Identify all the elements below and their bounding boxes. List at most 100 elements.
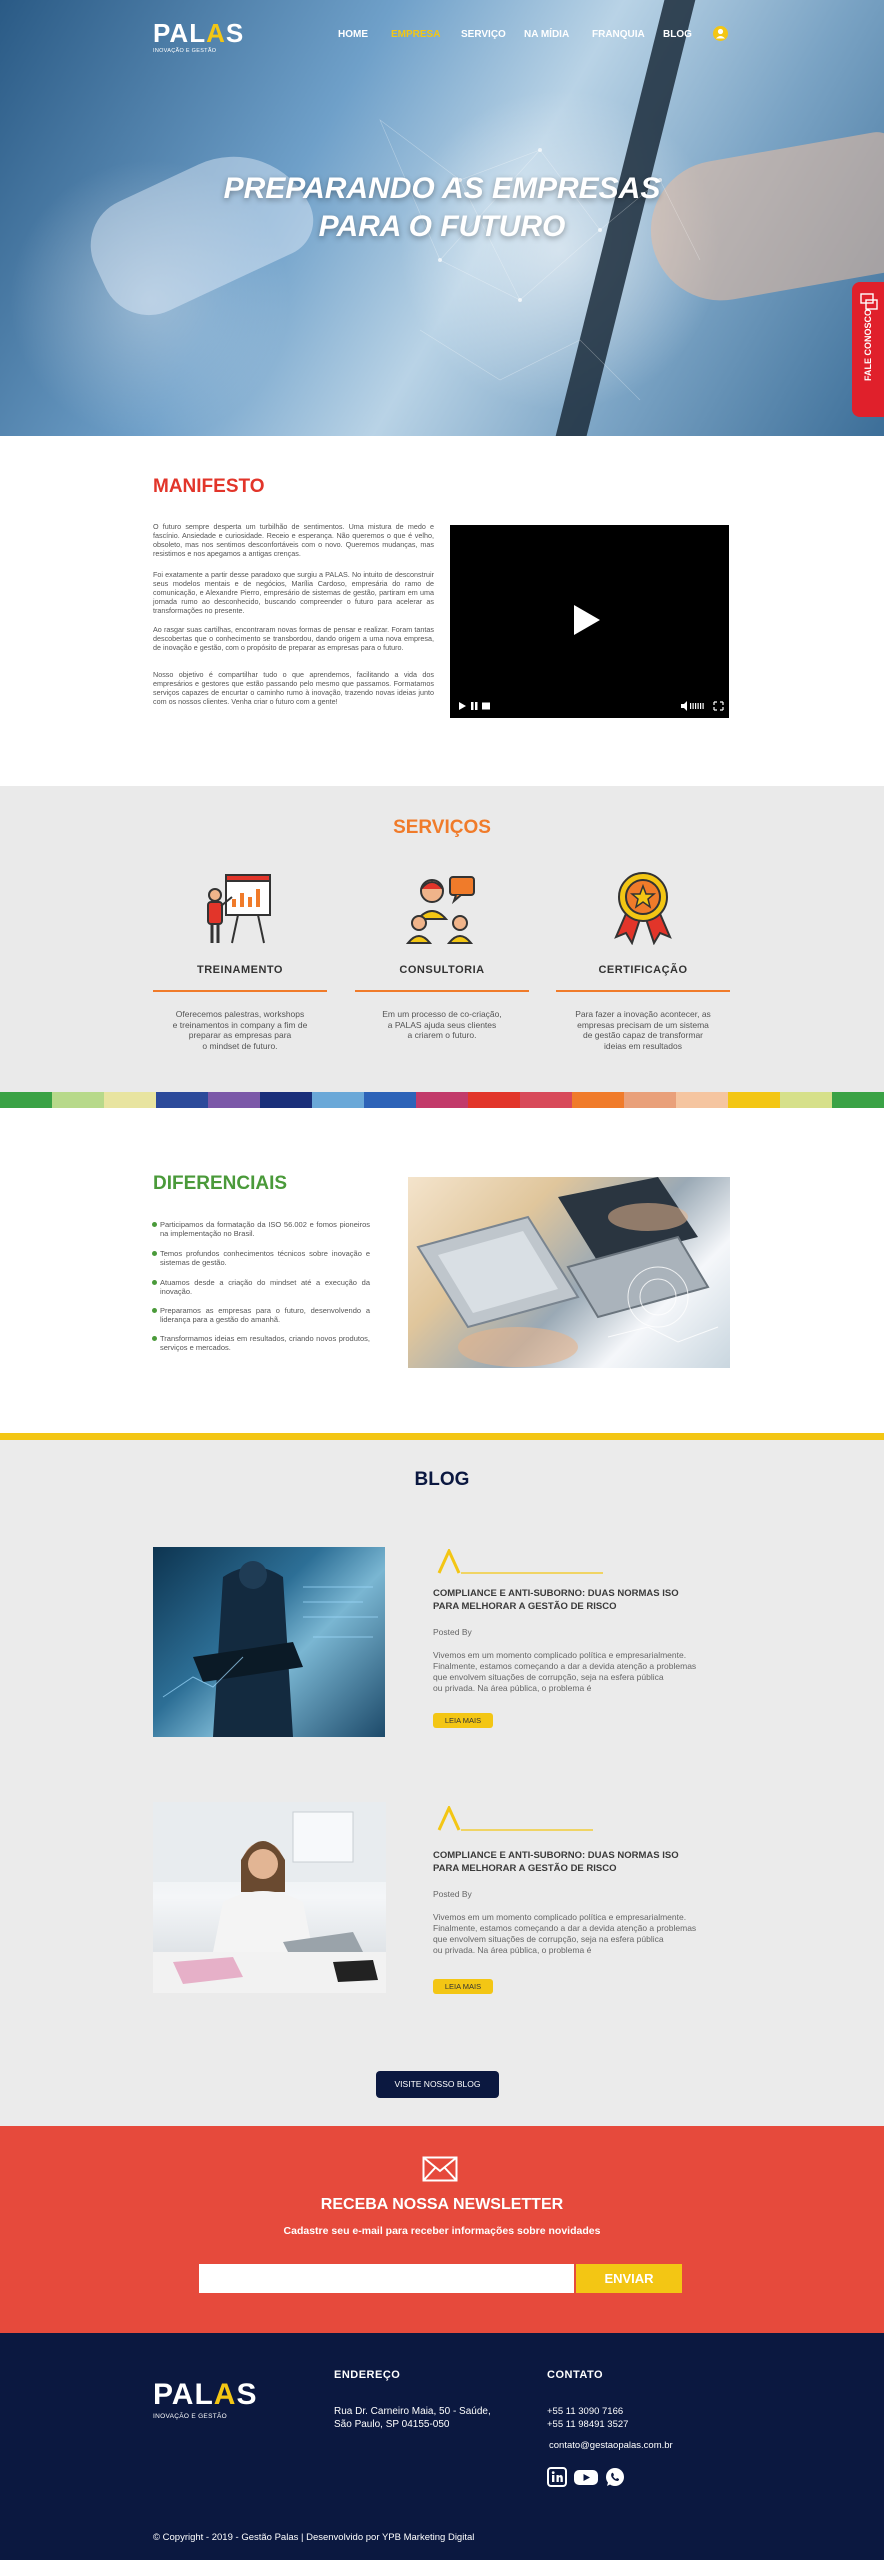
post-image-business[interactable] — [153, 1547, 385, 1737]
manifesto-paragraph: O futuro sempre desperta um turbilhão de… — [153, 522, 434, 558]
play-icon[interactable] — [571, 603, 603, 637]
youtube-icon[interactable] — [573, 2467, 599, 2487]
video-player[interactable] — [450, 525, 729, 718]
servico-desc-line: empresas precisam de um sistema — [577, 1019, 709, 1030]
copyright-text: © Copyright - 2019 - Gestão Palas | Dese… — [153, 2532, 475, 2543]
fale-conosco-label: FALE CONOSCO — [863, 309, 873, 382]
post-title[interactable]: COMPLIANCE E ANTI-SUBORNO: DUAS NORMAS I… — [433, 1587, 733, 1613]
manifesto-title: MANIFESTO — [153, 476, 265, 497]
post-excerpt-line: Vivemos em um momento complicado polític… — [433, 1912, 687, 1922]
nav-home[interactable]: HOME — [338, 29, 368, 40]
servico-title-treinamento: TREINAMENTO — [197, 964, 283, 976]
manifesto-paragraph: Nosso objetivo é compartilhar tudo o que… — [153, 670, 434, 706]
hero-title: PREPARANDO AS EMPRESAS PARA O FUTURO — [0, 170, 884, 246]
stop-icon — [482, 702, 490, 710]
logo-text-a: A — [206, 18, 226, 48]
contact-email-link[interactable]: contato@gestaopalas.com.br — [549, 2439, 673, 2452]
leia-mais-button[interactable]: LEIA MAIS — [433, 1713, 493, 1728]
palas-a-mark-icon — [437, 1549, 603, 1574]
diferencial-item: Preparamos as empresas para o futuro, de… — [160, 1306, 370, 1324]
post-excerpt-line: Finalmente, estamos começando a dar a de… — [433, 1661, 697, 1671]
medal-icon — [614, 872, 672, 945]
servico-desc-line: Em um processo de co-criação, — [382, 1009, 502, 1019]
logo-text-s: S — [236, 2378, 258, 2411]
palas-a-mark-icon — [437, 1806, 593, 1831]
post-title-line: COMPLIANCE E ANTI-SUBORNO: DUAS NORMAS I… — [433, 1588, 679, 1599]
post-title-line: PARA MELHORAR A GESTÃO DE RISCO — [433, 1601, 617, 1612]
post-excerpt-line: que envolvem situações de corrupção, sej… — [433, 1672, 664, 1682]
logo-text-a: A — [213, 2378, 237, 2411]
servico-desc-line: o mindset de futuro. — [202, 1040, 278, 1051]
laptop-business-image — [408, 1177, 730, 1368]
video-controls-left — [459, 702, 490, 710]
servico-title-consultoria: CONSULTORIA — [399, 964, 485, 976]
nav-blog[interactable]: BLOG — [663, 29, 692, 40]
servico-desc-line: preparar as empresas para — [188, 1030, 292, 1040]
servico-title-certificacao: CERTIFICAÇÃO — [598, 964, 688, 976]
logo-text-pal: PAL — [153, 18, 207, 48]
servicos-title: SERVIÇOS — [393, 817, 491, 838]
servico-desc-treinamento: Oferecemos palestras, workshops e treina… — [153, 1009, 327, 1051]
address-line: Rua Dr. Carneiro Maia, 50 - Saúde, — [334, 2406, 491, 2417]
servico-desc-line: Oferecemos palestras, workshops — [175, 1009, 305, 1019]
servico-divider — [556, 990, 730, 992]
bullet-icon — [152, 1336, 157, 1341]
logo-text-s: S — [225, 18, 245, 48]
nav-empresa[interactable]: EMPRESA — [391, 29, 440, 40]
nav-franquia[interactable]: FRANQUIA — [592, 29, 645, 40]
team-icon — [406, 876, 475, 944]
enviar-button[interactable]: ENVIAR — [576, 2264, 682, 2293]
bullet-icon — [152, 1280, 157, 1285]
envelope-icon — [422, 2156, 458, 2182]
post-title[interactable]: COMPLIANCE E ANTI-SUBORNO: DUAS NORMAS I… — [433, 1849, 733, 1875]
post-title-line: PARA MELHORAR A GESTÃO DE RISCO — [433, 1863, 617, 1874]
small-play-icon — [459, 702, 466, 710]
post-image-woman-laptop[interactable] — [153, 1802, 386, 1993]
header-logo[interactable]: PALAS INOVAÇÃO E GESTÃO — [153, 20, 243, 60]
post-excerpt-line: que envolvem situações de corrupção, sej… — [433, 1934, 664, 1944]
nav-servico[interactable]: SERVIÇO — [461, 29, 506, 40]
servico-desc-consultoria: Em um processo de co-criação, a PALAS aj… — [355, 1009, 529, 1041]
servico-desc-line: de gestão capaz de transformar — [582, 1030, 703, 1040]
manifesto-paragraph: Foi exatamente a partir desse paradoxo q… — [153, 570, 434, 615]
manifesto-paragraph: Ao rasgar suas cartilhas, encontraram no… — [153, 625, 434, 652]
hero-title-line1: PREPARANDO AS EMPRESAS — [223, 172, 661, 205]
color-stripe-divider — [0, 1092, 884, 1108]
servico-desc-line: a PALAS ajuda seus clientes — [387, 1019, 497, 1030]
presentation-icon — [207, 874, 271, 944]
footer-logo[interactable]: PALAS INOVAÇÃO E GESTÃO — [153, 2378, 258, 2421]
fale-conosco-tab[interactable]: FALE CONOSCO — [852, 282, 884, 417]
newsletter-email-input[interactable] — [199, 2264, 574, 2293]
address-line: São Paulo, SP 04155-050 — [334, 2419, 450, 2430]
logo-text-pal: PAL — [153, 2378, 214, 2411]
servico-desc-certificacao: Para fazer a inovação acontecer, as empr… — [556, 1009, 730, 1051]
user-account-icon[interactable] — [713, 26, 728, 41]
post-excerpt-line: ou privada. Na área pública, o problema … — [433, 1683, 592, 1693]
phone-1[interactable]: +55 11 3090 7166 — [547, 2405, 623, 2418]
post-excerpt-line: ou privada. Na área pública, o problema … — [433, 1945, 592, 1955]
blog-title: BLOG — [414, 1469, 470, 1490]
newsletter-subtitle: Cadastre seu e-mail para receber informa… — [283, 2225, 601, 2237]
whatsapp-icon[interactable] — [605, 2467, 625, 2487]
volume-icon — [681, 701, 687, 711]
leia-mais-button[interactable]: LEIA MAIS — [433, 1979, 493, 1994]
pause-icon — [471, 702, 474, 710]
address-text: Rua Dr. Carneiro Maia, 50 - Saúde, São P… — [334, 2405, 491, 2431]
post-author: Posted By — [433, 1889, 472, 1899]
newsletter-title: RECEBA NOSSA NEWSLETTER — [320, 2196, 564, 2213]
visite-blog-button[interactable]: VISITE NOSSO BLOG — [376, 2071, 499, 2098]
diferencial-item: Atuamos desde a criação do mindset até a… — [160, 1278, 370, 1296]
servico-desc-line: Para fazer a inovação acontecer, as — [575, 1009, 711, 1019]
linkedin-icon[interactable] — [547, 2467, 567, 2487]
diferencial-item: Participamos da formatação da ISO 56.002… — [160, 1220, 370, 1238]
servico-desc-line: a criarem o futuro. — [407, 1030, 477, 1040]
diferenciais-title: DIFERENCIAIS — [153, 1173, 288, 1194]
bullet-icon — [152, 1308, 157, 1313]
hero-title-line2: PARA O FUTURO — [318, 210, 566, 243]
nav-na-midia[interactable]: NA MÍDIA — [524, 29, 569, 40]
servico-desc-line: ideias em resultados — [604, 1040, 682, 1051]
phone-2[interactable]: +55 11 98491 3527 — [547, 2418, 628, 2431]
servico-divider — [153, 990, 327, 992]
post-excerpt-line: Finalmente, estamos começando a dar a de… — [433, 1923, 697, 1933]
post-excerpt-line: Vivemos em um momento complicado polític… — [433, 1650, 687, 1660]
